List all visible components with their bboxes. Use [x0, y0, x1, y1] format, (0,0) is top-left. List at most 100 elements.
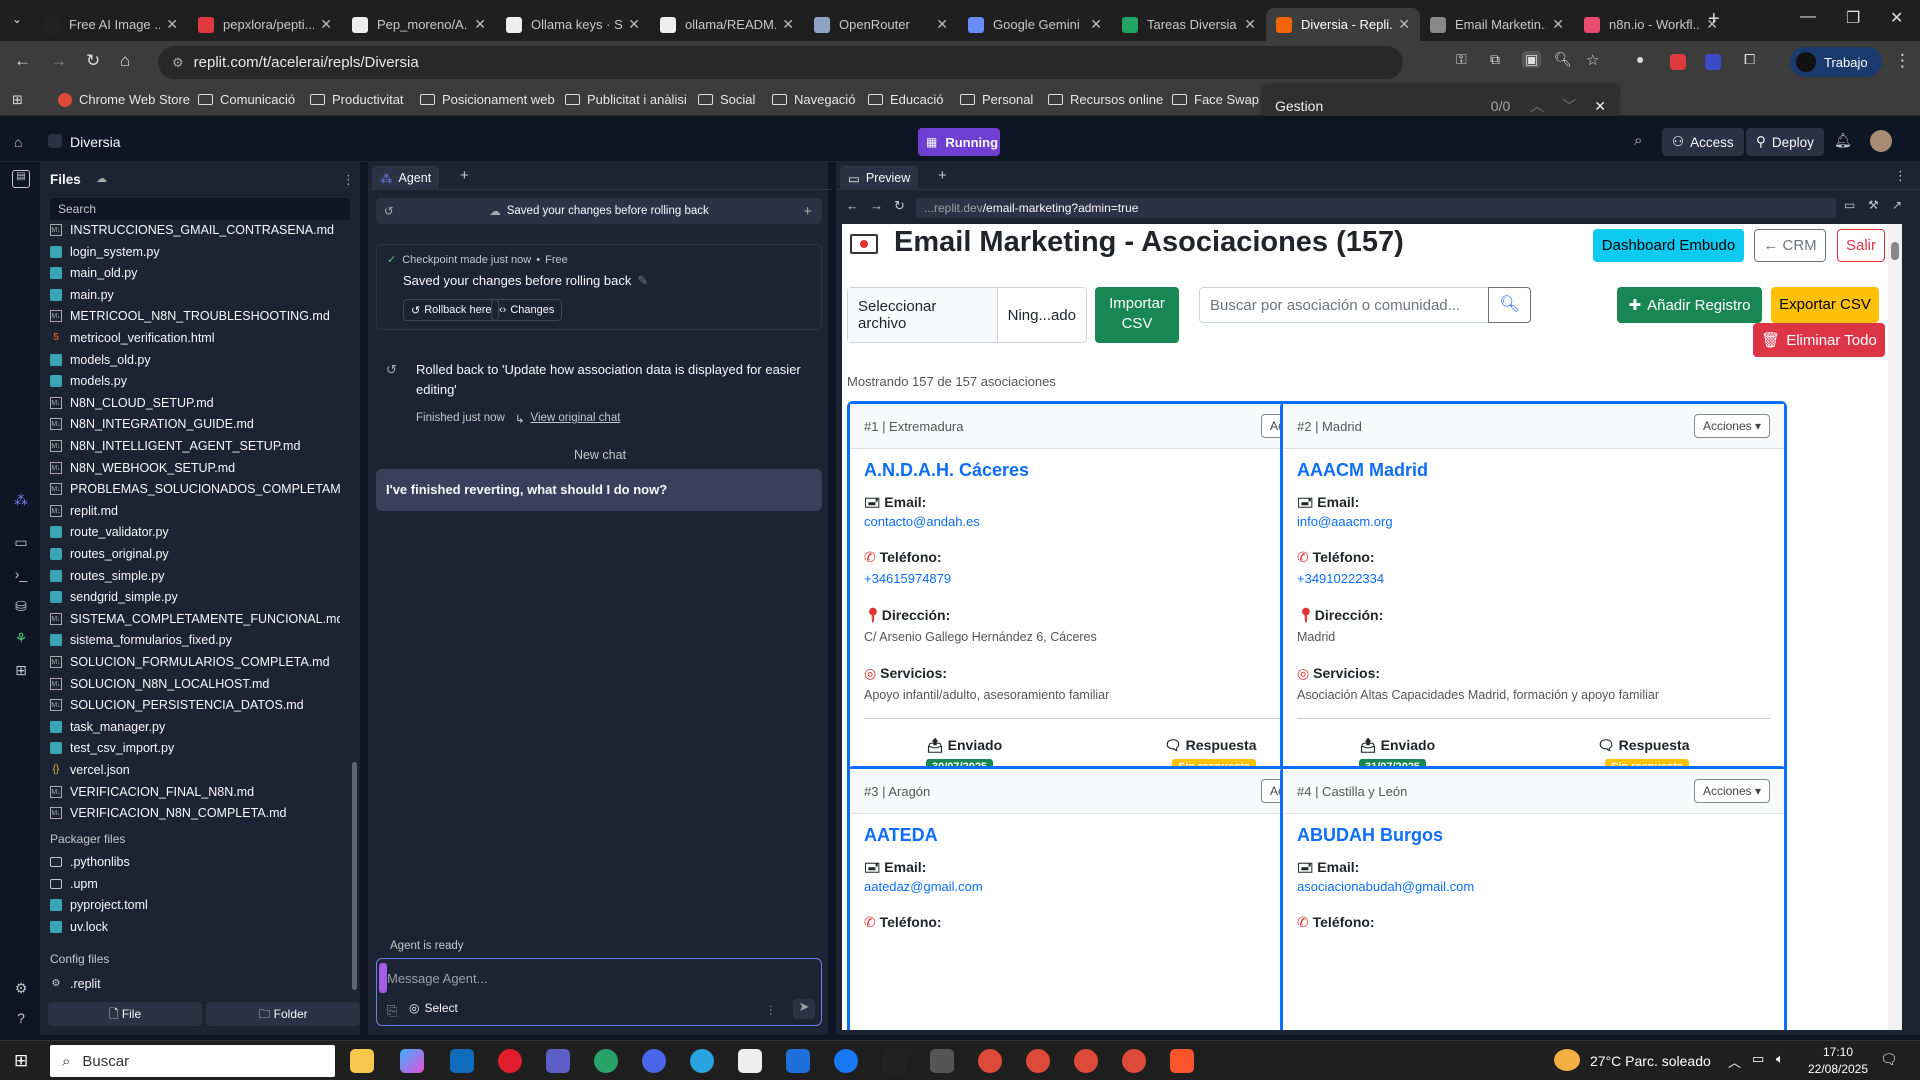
- extensions-puzzle-icon[interactable]: ⧠: [1744, 51, 1755, 68]
- search-input[interactable]: Buscar por asociación o comunidad...: [1199, 287, 1489, 323]
- file-item[interactable]: M↓ SOLUCION_N8N_LOCALHOST.md: [50, 674, 269, 694]
- file-item[interactable]: M↓ replit.md: [50, 501, 118, 521]
- agent-message-input[interactable]: Message Agent...: [387, 971, 487, 986]
- browser-tab[interactable]: Google Gemini ✕: [958, 8, 1112, 41]
- help-icon[interactable]: ?: [12, 1010, 30, 1028]
- file-item[interactable]: M↓ METRICOOL_N8N_TROUBLESHOOTING.md: [50, 306, 330, 326]
- rollback-button[interactable]: ↺ Rollback here: [403, 299, 500, 321]
- browser-tab[interactable]: Email Marketin... ✕: [1420, 8, 1574, 41]
- browser-tab[interactable]: Ollama keys · S... ✕: [496, 8, 650, 41]
- tab-close-icon[interactable]: ✕: [1398, 16, 1410, 33]
- bookmark-item[interactable]: Productivitat: [310, 92, 404, 107]
- new-file-button[interactable]: 🗋︎ File: [48, 1002, 202, 1026]
- new-pane-tab-button-2[interactable]: +: [938, 167, 947, 184]
- search-button[interactable]: 🔍︎: [1488, 287, 1531, 323]
- chrome-icon-2[interactable]: [1026, 1049, 1050, 1073]
- replit-home-icon[interactable]: ⌂: [14, 134, 22, 150]
- outlook-icon[interactable]: [450, 1049, 474, 1073]
- tray-chevron-icon[interactable]: ︿: [1728, 1052, 1741, 1071]
- bookmark-item[interactable]: Chrome Web Store: [58, 92, 190, 107]
- search-icon[interactable]: ⌕: [1634, 132, 1642, 149]
- database-tool-icon[interactable]: ⛁: [12, 598, 30, 616]
- file-item[interactable]: task_manager.py: [50, 717, 165, 737]
- settings-sliders-icon[interactable]: ⫶: [769, 1003, 772, 1019]
- access-button[interactable]: ⚇ Access: [1662, 128, 1744, 156]
- select-button[interactable]: ◎ Select: [409, 1001, 458, 1015]
- devtools-icon[interactable]: ⚒: [1868, 198, 1879, 212]
- preview-reload-icon[interactable]: ↻: [894, 198, 905, 214]
- changes-button[interactable]: ‹› Changes: [491, 299, 563, 321]
- file-item[interactable]: routes_original.py: [50, 544, 169, 564]
- find-input[interactable]: Gestion: [1275, 98, 1491, 114]
- preview-tool-icon[interactable]: ▭: [12, 534, 30, 552]
- apps-grid-icon[interactable]: ⊞: [12, 92, 23, 108]
- volume-icon[interactable]: 🔈︎: [1776, 1051, 1784, 1067]
- brave-icon[interactable]: [1170, 1049, 1194, 1073]
- file-picker[interactable]: Seleccionar archivo Ning...ado: [847, 287, 1087, 343]
- email-value[interactable]: asociacionabudah@gmail.com: [1297, 879, 1474, 894]
- file-item[interactable]: 5 metricool_verification.html: [50, 328, 214, 348]
- file-replit[interactable]: ⚙ .replit: [50, 974, 101, 994]
- file-item[interactable]: main.py: [50, 285, 114, 305]
- extension-icon[interactable]: ●: [1636, 51, 1644, 67]
- notes-icon[interactable]: [930, 1049, 954, 1073]
- zoom-icon[interactable]: 🔍︎: [1554, 51, 1572, 68]
- packager-item[interactable]: pyproject.toml: [50, 895, 148, 915]
- reload-icon[interactable]: ↻: [86, 51, 100, 71]
- logout-button[interactable]: Salir: [1837, 229, 1885, 262]
- open-new-tab-icon[interactable]: ↗: [1892, 198, 1902, 212]
- pen-app-icon[interactable]: [786, 1049, 810, 1073]
- file-item[interactable]: sistema_formularios_fixed.py: [50, 630, 232, 650]
- association-name[interactable]: AATEDA: [864, 825, 938, 846]
- actions-dropdown[interactable]: Acciones ▾: [1693, 779, 1770, 803]
- browser-tab[interactable]: n8n.io - Workfl... ✕: [1574, 8, 1728, 41]
- notifications-icon[interactable]: 🗨︎: [1880, 1051, 1898, 1068]
- bookmark-item[interactable]: Comunicació: [198, 92, 295, 107]
- association-name[interactable]: A.N.D.A.H. Cáceres: [864, 460, 1029, 481]
- file-item[interactable]: M↓ SOLUCION_FORMULARIOS_COMPLETA.md: [50, 652, 330, 672]
- tab-close-icon[interactable]: ✕: [166, 16, 178, 33]
- extension-blue-icon[interactable]: [1705, 54, 1721, 70]
- file-item[interactable]: M↓ N8N_CLOUD_SETUP.md: [50, 393, 214, 413]
- preview-back-icon[interactable]: ←: [846, 198, 859, 213]
- tab-close-icon[interactable]: ✕: [474, 16, 486, 33]
- bookmark-item[interactable]: Recursos online: [1048, 92, 1163, 107]
- bookmark-item[interactable]: Navegació: [772, 92, 855, 107]
- phone-value[interactable]: +34910222334: [1297, 571, 1384, 586]
- email-value[interactable]: info@aaacm.org: [1297, 514, 1393, 529]
- bookmark-item[interactable]: Face Swap: [1172, 92, 1259, 107]
- tab-preview[interactable]: ▭ Preview: [840, 166, 919, 190]
- deploy-button[interactable]: ⚲ Deploy: [1746, 128, 1824, 156]
- clock[interactable]: 17:10 22/08/2025: [1806, 1044, 1870, 1078]
- shell-tool-icon[interactable]: ›_: [12, 566, 30, 584]
- new-tab-button[interactable]: +: [1708, 8, 1720, 31]
- media-player-icon[interactable]: [642, 1049, 666, 1073]
- file-item[interactable]: test_csv_import.py: [50, 738, 174, 758]
- browser-tab[interactable]: ollama/READM... ✕: [650, 8, 804, 41]
- home-icon[interactable]: ⌂: [120, 51, 130, 71]
- run-status-button[interactable]: ▦ Running: [918, 128, 1000, 156]
- bookmark-item[interactable]: Social: [698, 92, 755, 107]
- file-item[interactable]: {} vercel.json: [50, 760, 130, 780]
- browser-tab[interactable]: Pep_moreno/A... ✕: [342, 8, 496, 41]
- bell-icon[interactable]: 🔔︎: [1834, 132, 1852, 149]
- actions-dropdown[interactable]: Acciones ▾: [1693, 414, 1770, 438]
- install-app-icon[interactable]: ⧉: [1490, 51, 1500, 68]
- browser-tab[interactable]: pepxlora/pepti... ✕: [188, 8, 342, 41]
- tab-close-icon[interactable]: ✕: [628, 16, 640, 33]
- page-scrollbar[interactable]: [1888, 224, 1902, 1030]
- extension-red-icon[interactable]: [1670, 54, 1686, 70]
- devices-icon[interactable]: ▭: [1844, 198, 1855, 212]
- password-key-icon[interactable]: ⚿: [1456, 51, 1467, 68]
- avatar[interactable]: [1870, 130, 1892, 152]
- file-item[interactable]: M↓ PROBLEMAS_SOLUCIONADOS_COMPLETAMENTE..…: [50, 479, 340, 499]
- tab-search-icon[interactable]: ⌄: [12, 12, 22, 26]
- browser-tab[interactable]: Tareas Diversia ✕: [1112, 8, 1266, 41]
- email-value[interactable]: contacto@andah.es: [864, 514, 980, 529]
- new-folder-button[interactable]: 🗀︎ Folder: [206, 1002, 360, 1026]
- chrome-icon-4[interactable]: [1122, 1049, 1146, 1073]
- file-item[interactable]: main_old.py: [50, 263, 137, 283]
- files-menu-icon[interactable]: ⋮: [342, 172, 355, 188]
- taskbar-search[interactable]: ⌕ Buscar: [50, 1045, 335, 1077]
- preview-menu-icon[interactable]: ⋮: [1894, 168, 1907, 184]
